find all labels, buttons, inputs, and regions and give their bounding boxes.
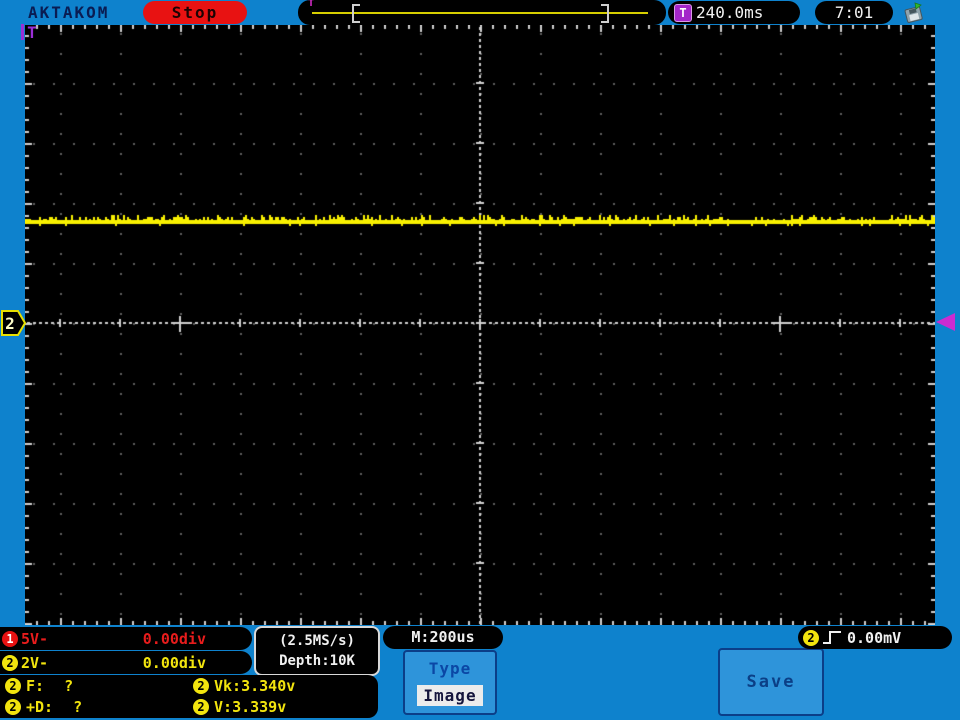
channel2-offset: 0.00div: [142, 653, 206, 672]
oscilloscope-screen: AKTAKOM Stop T T 240.0ms 7:01 T 2 1 5V- …: [0, 0, 960, 720]
channel1-offset: 0.00div: [142, 629, 206, 648]
window-right-bracket: [601, 4, 609, 23]
type-menu-button[interactable]: Type Image: [403, 650, 497, 715]
channel2-scale: 2V-: [21, 653, 49, 672]
trigger-status-pill: 2 0.00mV: [798, 626, 952, 649]
channel1-badge: 1: [2, 630, 18, 647]
acquisition-status-badge[interactable]: Stop: [143, 1, 247, 24]
trigger-time-pill: T 240.0ms: [668, 1, 800, 24]
measurement-voltage: 2 V: 3.339v: [188, 698, 370, 716]
type-menu-selected-value: Image: [417, 685, 483, 706]
brand-label: AKTAKOM: [28, 3, 110, 22]
measurement-vk: 2 Vk: 3.340v: [188, 677, 370, 695]
timebase-pill[interactable]: M:200us: [383, 626, 503, 649]
trigger-source-badge: 2: [803, 629, 819, 646]
waveform-display: T: [21, 24, 935, 625]
sample-rate-value: (2.5MS/s): [279, 632, 355, 649]
graticule-canvas: [25, 25, 935, 625]
record-length-line: [312, 12, 648, 14]
trigger-position-marker: T: [308, 0, 315, 9]
trigger-horizontal-flag[interactable]: T: [21, 24, 40, 42]
channel2-badge: 2: [193, 698, 209, 715]
sample-rate-box: (2.5MS/s) Depth:10K: [254, 626, 380, 676]
rising-edge-icon: [823, 630, 841, 644]
top-bar: AKTAKOM Stop T T 240.0ms 7:01: [0, 0, 960, 25]
trigger-icon: T: [674, 3, 692, 22]
trigger-level-value: 0.00mV: [847, 628, 902, 647]
measurements-box: 2 F: ? 2 Vk: 3.340v 2 +D: ? 2 V: 3.339v: [0, 675, 378, 718]
measurement-frequency: 2 F: ?: [0, 677, 188, 695]
save-button[interactable]: Save: [718, 648, 824, 716]
channel2-badge: 2: [2, 654, 18, 671]
channel2-position-marker[interactable]: 2: [1, 309, 27, 337]
channel2-info-pill[interactable]: 2 2V- 0.00div: [0, 651, 252, 674]
svg-text:2: 2: [5, 314, 15, 333]
channel1-info-pill[interactable]: 1 5V- 0.00div: [0, 627, 252, 650]
measurement-duty: 2 +D: ?: [0, 698, 188, 716]
memory-depth-value: Depth:10K: [279, 653, 355, 670]
trigger-position-bar: T: [298, 0, 666, 25]
usb-disk-icon: [904, 2, 923, 23]
channel2-badge: 2: [5, 678, 21, 695]
window-left-bracket: [352, 4, 360, 23]
type-menu-label: Type: [428, 659, 472, 678]
clock: 7:01: [815, 1, 893, 24]
trigger-level-arrow[interactable]: [936, 313, 955, 331]
trigger-time-value: 240.0ms: [696, 3, 764, 22]
channel2-badge: 2: [193, 678, 209, 695]
channel2-badge: 2: [5, 698, 21, 715]
channel1-scale: 5V-: [21, 629, 49, 648]
